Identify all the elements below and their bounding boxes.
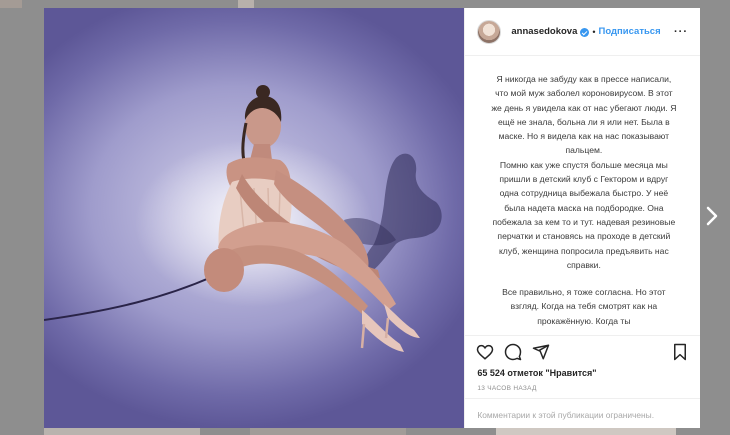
post-sidebar: annasedokova • Подписаться ··· Я никогда… — [464, 8, 701, 428]
more-options-button[interactable]: ··· — [674, 26, 688, 38]
follow-button[interactable]: Подписаться — [599, 26, 661, 37]
caption-scroll-area[interactable]: Я никогда не забуду как в прессе написал… — [465, 56, 700, 337]
background-thumbnail — [496, 428, 676, 435]
background-thumbnail — [250, 428, 406, 435]
avatar[interactable] — [477, 19, 502, 44]
post-header: annasedokova • Подписаться ··· — [465, 8, 700, 56]
post-timestamp[interactable]: 13 ЧАСОВ НАЗАД — [477, 385, 536, 392]
username-link[interactable]: annasedokova — [511, 26, 577, 37]
action-bar — [465, 335, 701, 369]
comments-restricted-notice: Комментарии к этой публикации ограничены… — [465, 398, 701, 428]
background-thumbnail — [44, 428, 200, 435]
chevron-right-icon[interactable] — [705, 205, 719, 227]
likes-count[interactable]: 65 524 отметок "Нравится" — [477, 368, 596, 378]
photo-illustration — [44, 85, 442, 352]
post-caption: Я никогда не забуду как в прессе написал… — [465, 56, 700, 328]
caption-paragraph: Все правильно, я тоже согласна. Но этот … — [502, 287, 666, 326]
bookmark-icon[interactable] — [671, 343, 689, 361]
share-icon[interactable] — [532, 343, 550, 361]
background-thumbnail — [238, 0, 254, 8]
post-photo[interactable] — [44, 8, 465, 428]
comment-icon[interactable] — [504, 343, 522, 361]
post-modal: annasedokova • Подписаться ··· Я никогда… — [44, 8, 701, 428]
caption-paragraph: Я никогда не забуду как в прессе написал… — [491, 74, 677, 270]
verified-badge-icon — [580, 28, 590, 37]
heart-icon[interactable] — [476, 343, 494, 361]
background-thumbnail — [0, 0, 22, 8]
separator-dot: • — [592, 26, 596, 37]
